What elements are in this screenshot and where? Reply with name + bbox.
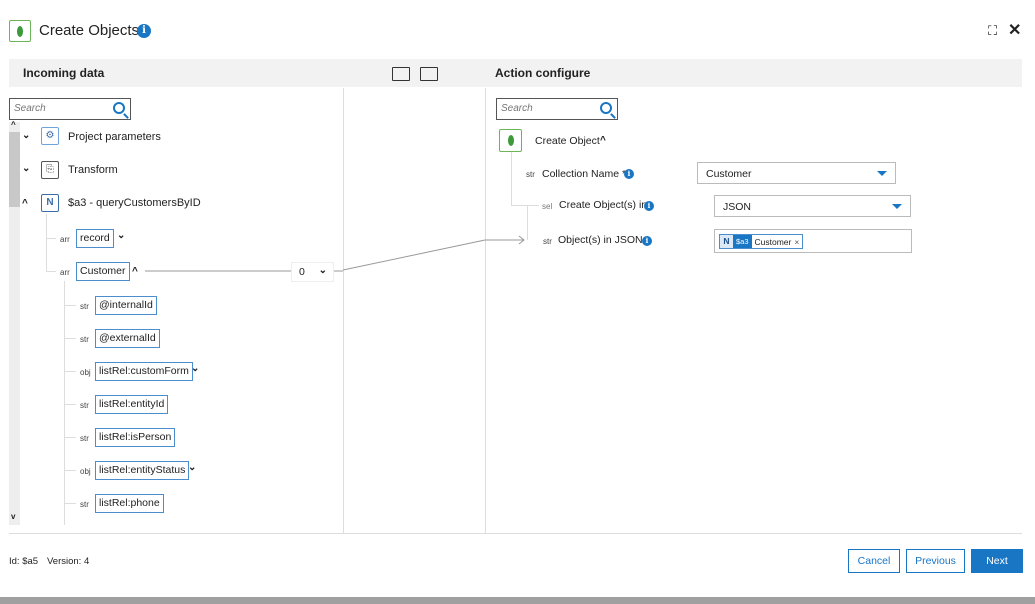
- collection-name-label: Collection Name *: [542, 168, 626, 180]
- tree-line: [511, 152, 512, 206]
- dropdown-caret-icon: [892, 204, 902, 209]
- chip-label: Customer: [752, 237, 795, 247]
- previous-button[interactable]: Previous: [906, 549, 965, 573]
- info-icon[interactable]: i: [624, 169, 634, 179]
- type-label: str: [543, 237, 552, 246]
- array-index-select[interactable]: 0⌄: [291, 262, 334, 282]
- objects-in-json-field[interactable]: N $a3 Customer ×: [714, 229, 912, 253]
- next-button[interactable]: Next: [971, 549, 1023, 573]
- info-icon[interactable]: i: [644, 201, 654, 211]
- footer-id: Id: $a5: [9, 556, 38, 567]
- mapped-chip[interactable]: N $a3 Customer ×: [719, 234, 803, 249]
- create-objects-in-label: Create Object(s) in: [559, 199, 647, 211]
- type-label: sel: [542, 202, 552, 211]
- action-search-input[interactable]: Search: [496, 98, 618, 120]
- chip-source: $a3: [733, 235, 752, 248]
- tree-line: [527, 205, 528, 240]
- tree-line: [511, 205, 539, 206]
- chip-remove-icon[interactable]: ×: [794, 237, 802, 247]
- chevron-down-icon: ⌄: [319, 265, 327, 276]
- type-label: str: [526, 170, 535, 179]
- chevron-up-icon[interactable]: ^: [600, 135, 606, 146]
- bottom-bar: [0, 597, 1035, 604]
- netsuite-icon: N: [720, 235, 733, 248]
- action-create-object[interactable]: Create Object: [535, 135, 600, 147]
- dropdown-caret-icon: [877, 171, 887, 176]
- mapping-connector: [0, 0, 1035, 604]
- objects-in-json-label: Object(s) in JSON *: [558, 234, 650, 246]
- create-objects-in-select[interactable]: JSON: [714, 195, 911, 217]
- collection-name-select[interactable]: Customer: [697, 162, 896, 184]
- footer-version: Version: 4: [47, 556, 89, 567]
- info-icon[interactable]: i: [642, 236, 652, 246]
- mongodb-icon: [499, 129, 522, 152]
- cancel-button[interactable]: Cancel: [848, 549, 900, 573]
- search-icon[interactable]: [600, 102, 612, 114]
